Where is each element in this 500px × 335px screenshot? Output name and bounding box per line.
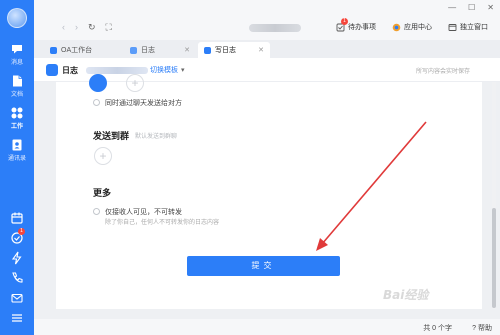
sidebar-todo[interactable]: 1 [0,228,34,245]
sidebar-item-contacts[interactable]: 通讯录 [0,138,34,162]
watermark: Bai经验 [383,288,429,302]
word-count: 共 0 个字 [423,325,452,332]
app-center-button[interactable]: 应用中心 [392,22,432,32]
scrollbar-thumb[interactable] [492,208,496,308]
title-actions: 1 待办事项 应用中心 独立窗口 [336,18,488,32]
blurred-subtitle [86,67,148,74]
sidebar-item-label: 工作 [10,124,23,130]
add-recipient-button[interactable]: + [126,74,144,92]
help-label: 帮助 [478,325,492,332]
sidebar-lightning[interactable] [0,251,34,265]
sidebar-item-label: 消息 [10,60,23,66]
tab-label: OA工作台 [61,47,93,54]
blurred-title [249,24,301,32]
help-button[interactable]: ? 帮助 [472,323,492,333]
tab-write-log[interactable]: 写日志 ✕ [198,42,270,58]
status-bar: 共 0 个字 ? 帮助 [34,319,500,335]
sync-chat-label: 同时通过聊天发送给对方 [105,100,182,107]
minimize-icon[interactable]: — [448,3,456,12]
sidebar-phone[interactable] [0,271,34,285]
avatar[interactable] [7,8,27,28]
sidebar-item-messages[interactable]: 消息 [0,42,34,66]
lightning-icon [11,251,22,265]
more-title: 更多 [93,188,112,198]
tab-label: 写日志 [215,47,236,54]
close-tab-icon[interactable]: ✕ [184,46,190,54]
contacts-icon [12,139,22,151]
close-tab-icon[interactable]: ✕ [258,46,264,54]
write-log-icon [204,46,211,54]
switch-template-button[interactable]: 切换模板 ▾ [150,65,185,75]
document-icon [13,75,22,87]
switch-template-label: 切换模板 [150,67,178,74]
receiver-only-desc: 除了你自己，任何人不可转发你的日志内容 [105,220,220,226]
window-icon [448,23,457,31]
recipient-avatar[interactable] [89,74,107,92]
oa-icon [50,46,57,54]
app-center-icon [392,23,401,31]
sidebar-bottom-tools: 1 [0,205,34,325]
sidebar-item-work[interactable]: 工作 [0,106,34,130]
left-sidebar: 消息 文档 工作 通讯录 1 [0,0,34,335]
back-icon[interactable]: ‹ [62,22,65,33]
todo-count-badge: 1 [341,18,348,25]
refresh-icon[interactable]: ↻ [88,22,96,33]
mail-icon [11,293,23,303]
autosave-note: 所写内容会实时保存 [415,69,470,75]
more-icon [12,314,22,322]
send-to-group-hint: 默认发送到群聊 [135,134,178,140]
sidebar-item-label: 文档 [10,92,23,98]
forward-icon[interactable]: › [75,22,78,33]
add-group-button[interactable]: + [94,147,112,165]
title-bar: — ☐ ✕ ‹ › ↻ ⛶ 1 待办事项 应用中心 独立窗口 [34,0,500,40]
tab-log[interactable]: 日志 ✕ [124,42,196,58]
log-app-icon [46,64,58,76]
expand-icon[interactable]: ⛶ [106,22,112,33]
todo-label: 待办事项 [348,24,376,31]
sidebar-calendar[interactable] [0,211,34,225]
sidebar-item-label: 通讯录 [7,156,26,162]
tab-strip: OA工作台 日志 ✕ 写日志 ✕ [34,40,500,58]
maximize-icon[interactable]: ☐ [468,3,475,12]
app-center-label: 应用中心 [404,24,432,31]
page-title: 日志 [62,66,78,75]
sidebar-more[interactable] [0,311,34,325]
send-to-group-title: 发送到群 [93,131,130,141]
submit-button[interactable]: 提交 [187,256,340,276]
tab-label: 日志 [141,47,155,54]
chat-icon [12,45,22,54]
help-icon: ? [472,324,476,332]
receiver-only-label: 仅接收人可见，不可转发 [105,209,182,216]
receiver-only-radio[interactable] [93,208,100,215]
phone-icon [12,272,23,283]
todo-badge: 1 [18,228,25,235]
sidebar-item-documents[interactable]: 文档 [0,74,34,98]
chevron-down-icon: ▾ [181,67,185,74]
tab-oa-workbench[interactable]: OA工作台 [44,42,120,58]
standalone-window-button[interactable]: 独立窗口 [448,22,488,32]
log-icon [130,46,137,54]
close-icon[interactable]: ✕ [487,3,494,12]
workbench-icon [11,107,23,119]
window-controls: — ☐ ✕ [448,3,494,12]
standalone-window-label: 独立窗口 [460,24,488,31]
calendar-icon [11,212,23,224]
todo-button[interactable]: 1 待办事项 [336,18,376,32]
sync-chat-radio[interactable] [93,99,100,106]
sidebar-mail[interactable] [0,291,34,305]
nav-buttons: ‹ › ↻ ⛶ [62,22,112,33]
